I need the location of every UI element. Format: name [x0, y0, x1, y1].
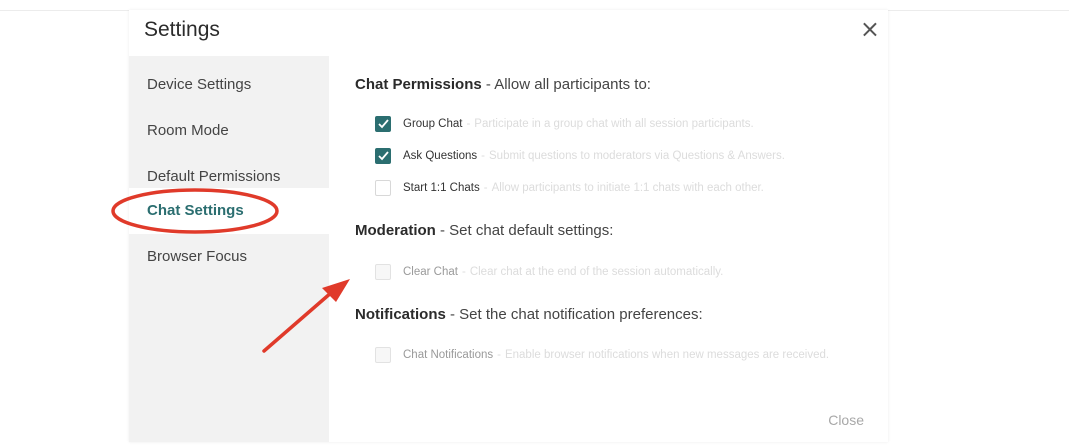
clear-chat-checkbox[interactable]: [375, 264, 391, 280]
ask-questions-checkbox[interactable]: [375, 148, 391, 164]
settings-dialog: Settings × Device Settings Room Mode Def…: [129, 10, 888, 442]
section-notifications: Notifications - Set the chat notificatio…: [355, 306, 703, 323]
close-button[interactable]: Close: [828, 412, 864, 428]
sidebar-item-browser-focus[interactable]: Browser Focus: [129, 234, 329, 280]
start-1-1-chats-label: Start 1:1 Chats: [403, 182, 480, 194]
section-title-notifications: Notifications: [355, 306, 446, 323]
checkmark-icon: [378, 119, 389, 129]
option-separator: -: [497, 349, 501, 361]
settings-content: Chat Permissions - Allow all participant…: [329, 56, 888, 442]
section-subtitle-chat-permissions: - Allow all participants to:: [481, 76, 651, 93]
section-subtitle-moderation: - Set chat default settings:: [435, 222, 614, 239]
section-title-chat-permissions: Chat Permissions: [355, 76, 482, 93]
section-chat-permissions: Chat Permissions - Allow all participant…: [355, 76, 651, 93]
option-ask-questions: Ask Questions - Submit questions to mode…: [375, 146, 785, 166]
ask-questions-description: Submit questions to moderators via Quest…: [489, 150, 785, 162]
option-chat-notifications: Chat Notifications - Enable browser noti…: [375, 345, 829, 365]
option-separator: -: [466, 118, 471, 130]
section-title-moderation: Moderation: [355, 222, 436, 239]
chat-notifications-description: Enable browser notifications when new me…: [504, 349, 830, 361]
chat-notifications-checkbox[interactable]: [375, 347, 391, 363]
option-group-chat: Group Chat - Participate in a group chat…: [375, 114, 754, 134]
section-subtitle-notifications: - Set the chat notification preferences:: [445, 306, 703, 323]
sidebar-item-chat-settings[interactable]: Chat Settings: [129, 188, 329, 234]
clear-chat-label: Clear Chat: [403, 266, 458, 278]
close-icon[interactable]: ×: [860, 12, 880, 46]
option-separator: -: [481, 150, 485, 162]
chat-notifications-label: Chat Notifications: [403, 349, 494, 361]
option-separator: -: [461, 266, 466, 278]
dialog-title: Settings: [144, 18, 220, 41]
start-1-1-chats-checkbox[interactable]: [375, 180, 391, 196]
option-clear-chat: Clear Chat - Clear chat at the end of th…: [375, 262, 723, 282]
checkmark-icon: [378, 151, 389, 161]
start-1-1-chats-description: Allow participants to initiate 1:1 chats…: [491, 182, 764, 194]
ask-questions-label: Ask Questions: [403, 150, 478, 162]
group-chat-description: Participate in a group chat with all ses…: [474, 118, 754, 130]
option-separator: -: [483, 182, 488, 194]
sidebar-item-room-mode[interactable]: Room Mode: [129, 108, 329, 154]
section-moderation: Moderation - Set chat default settings:: [355, 222, 613, 239]
clear-chat-description: Clear chat at the end of the session aut…: [469, 266, 724, 278]
group-chat-checkbox[interactable]: [375, 116, 391, 132]
settings-sidebar: Device Settings Room Mode Default Permis…: [129, 56, 329, 442]
option-start-1-1-chats: Start 1:1 Chats - Allow participants to …: [375, 178, 764, 198]
group-chat-label: Group Chat: [403, 118, 463, 130]
sidebar-item-device-settings[interactable]: Device Settings: [129, 62, 329, 108]
